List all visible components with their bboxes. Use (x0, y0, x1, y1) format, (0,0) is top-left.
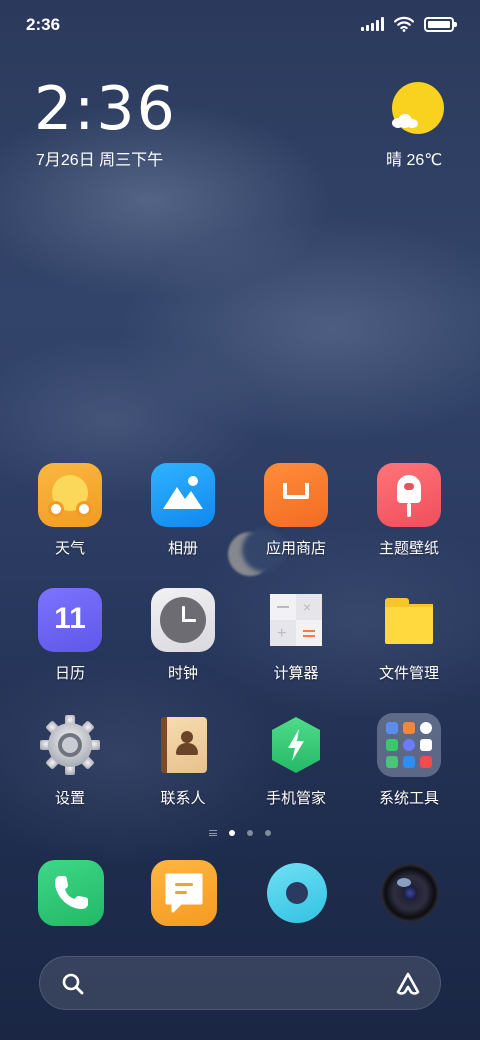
app-label: 日历 (54, 665, 85, 682)
app-store[interactable]: 应用商店 (246, 463, 346, 558)
app-security[interactable]: 手机管家 (246, 713, 346, 808)
wifi-icon (394, 16, 414, 32)
weather-icon (38, 463, 102, 527)
battery-level (428, 20, 450, 28)
app-label: 相册 (167, 540, 198, 557)
app-label: 计算器 (273, 665, 319, 682)
phone-icon (55, 876, 88, 909)
dock-camera[interactable] (377, 860, 443, 926)
dock-messages[interactable] (151, 860, 217, 926)
app-label: 手机管家 (265, 790, 326, 807)
calculator-icon: × + (264, 588, 328, 652)
app-store-icon (264, 463, 328, 527)
gallery-icon (151, 463, 215, 527)
clock-widget-time[interactable]: 2:36 (34, 74, 177, 144)
calendar-icon: 11 (38, 588, 102, 652)
security-icon (264, 713, 328, 777)
weather-widget-text[interactable]: 晴 26℃ (386, 146, 442, 170)
assistant-icon[interactable] (394, 970, 422, 998)
settings-gear-icon (38, 713, 102, 777)
search-bar[interactable] (39, 956, 441, 1010)
app-clock[interactable]: 时钟 (133, 588, 233, 683)
status-icons (361, 16, 457, 32)
page-list-icon (209, 830, 217, 836)
page-indicator[interactable] (0, 830, 480, 836)
app-label: 设置 (54, 790, 85, 807)
page-dot-active (229, 830, 235, 836)
app-label: 应用商店 (265, 540, 326, 557)
app-label: 主题壁纸 (378, 540, 439, 557)
app-label: 天气 (54, 540, 85, 557)
app-contacts[interactable]: 联系人 (133, 713, 233, 808)
small-cloud-icon (392, 114, 418, 128)
clock-icon (151, 588, 215, 652)
app-label: 时钟 (167, 665, 198, 682)
themes-icon (377, 463, 441, 527)
app-label: 联系人 (160, 790, 206, 807)
app-weather[interactable]: 天气 (20, 463, 120, 558)
file-manager-icon (377, 588, 441, 652)
app-calculator[interactable]: × + 计算器 (246, 588, 346, 683)
page-dot (247, 830, 253, 836)
camera-icon (381, 864, 439, 922)
system-tools-folder-icon (377, 713, 441, 777)
clock-widget-date[interactable]: 7月26日 周三下午 (36, 146, 163, 170)
calendar-day-number: 11 (54, 602, 86, 635)
browser-icon (267, 863, 327, 923)
cellular-signal-icon (361, 17, 384, 31)
app-settings[interactable]: 设置 (20, 713, 120, 808)
app-label: 文件管理 (378, 665, 439, 682)
page-dot (265, 830, 271, 836)
dock-browser[interactable] (264, 860, 330, 926)
status-bar: 2:36 (0, 0, 480, 50)
app-label: 系统工具 (378, 790, 439, 807)
messages-icon (165, 873, 203, 913)
battery-icon (424, 16, 457, 32)
app-gallery[interactable]: 相册 (133, 463, 233, 558)
folder-system-tools[interactable]: 系统工具 (359, 713, 459, 808)
search-icon[interactable] (60, 971, 86, 997)
app-themes[interactable]: 主题壁纸 (359, 463, 459, 558)
app-calendar[interactable]: 11 日历 (20, 588, 120, 683)
contacts-icon (151, 713, 215, 777)
app-file-manager[interactable]: 文件管理 (359, 588, 459, 683)
dock-phone[interactable] (38, 860, 104, 926)
status-time: 2:36 (26, 15, 61, 34)
